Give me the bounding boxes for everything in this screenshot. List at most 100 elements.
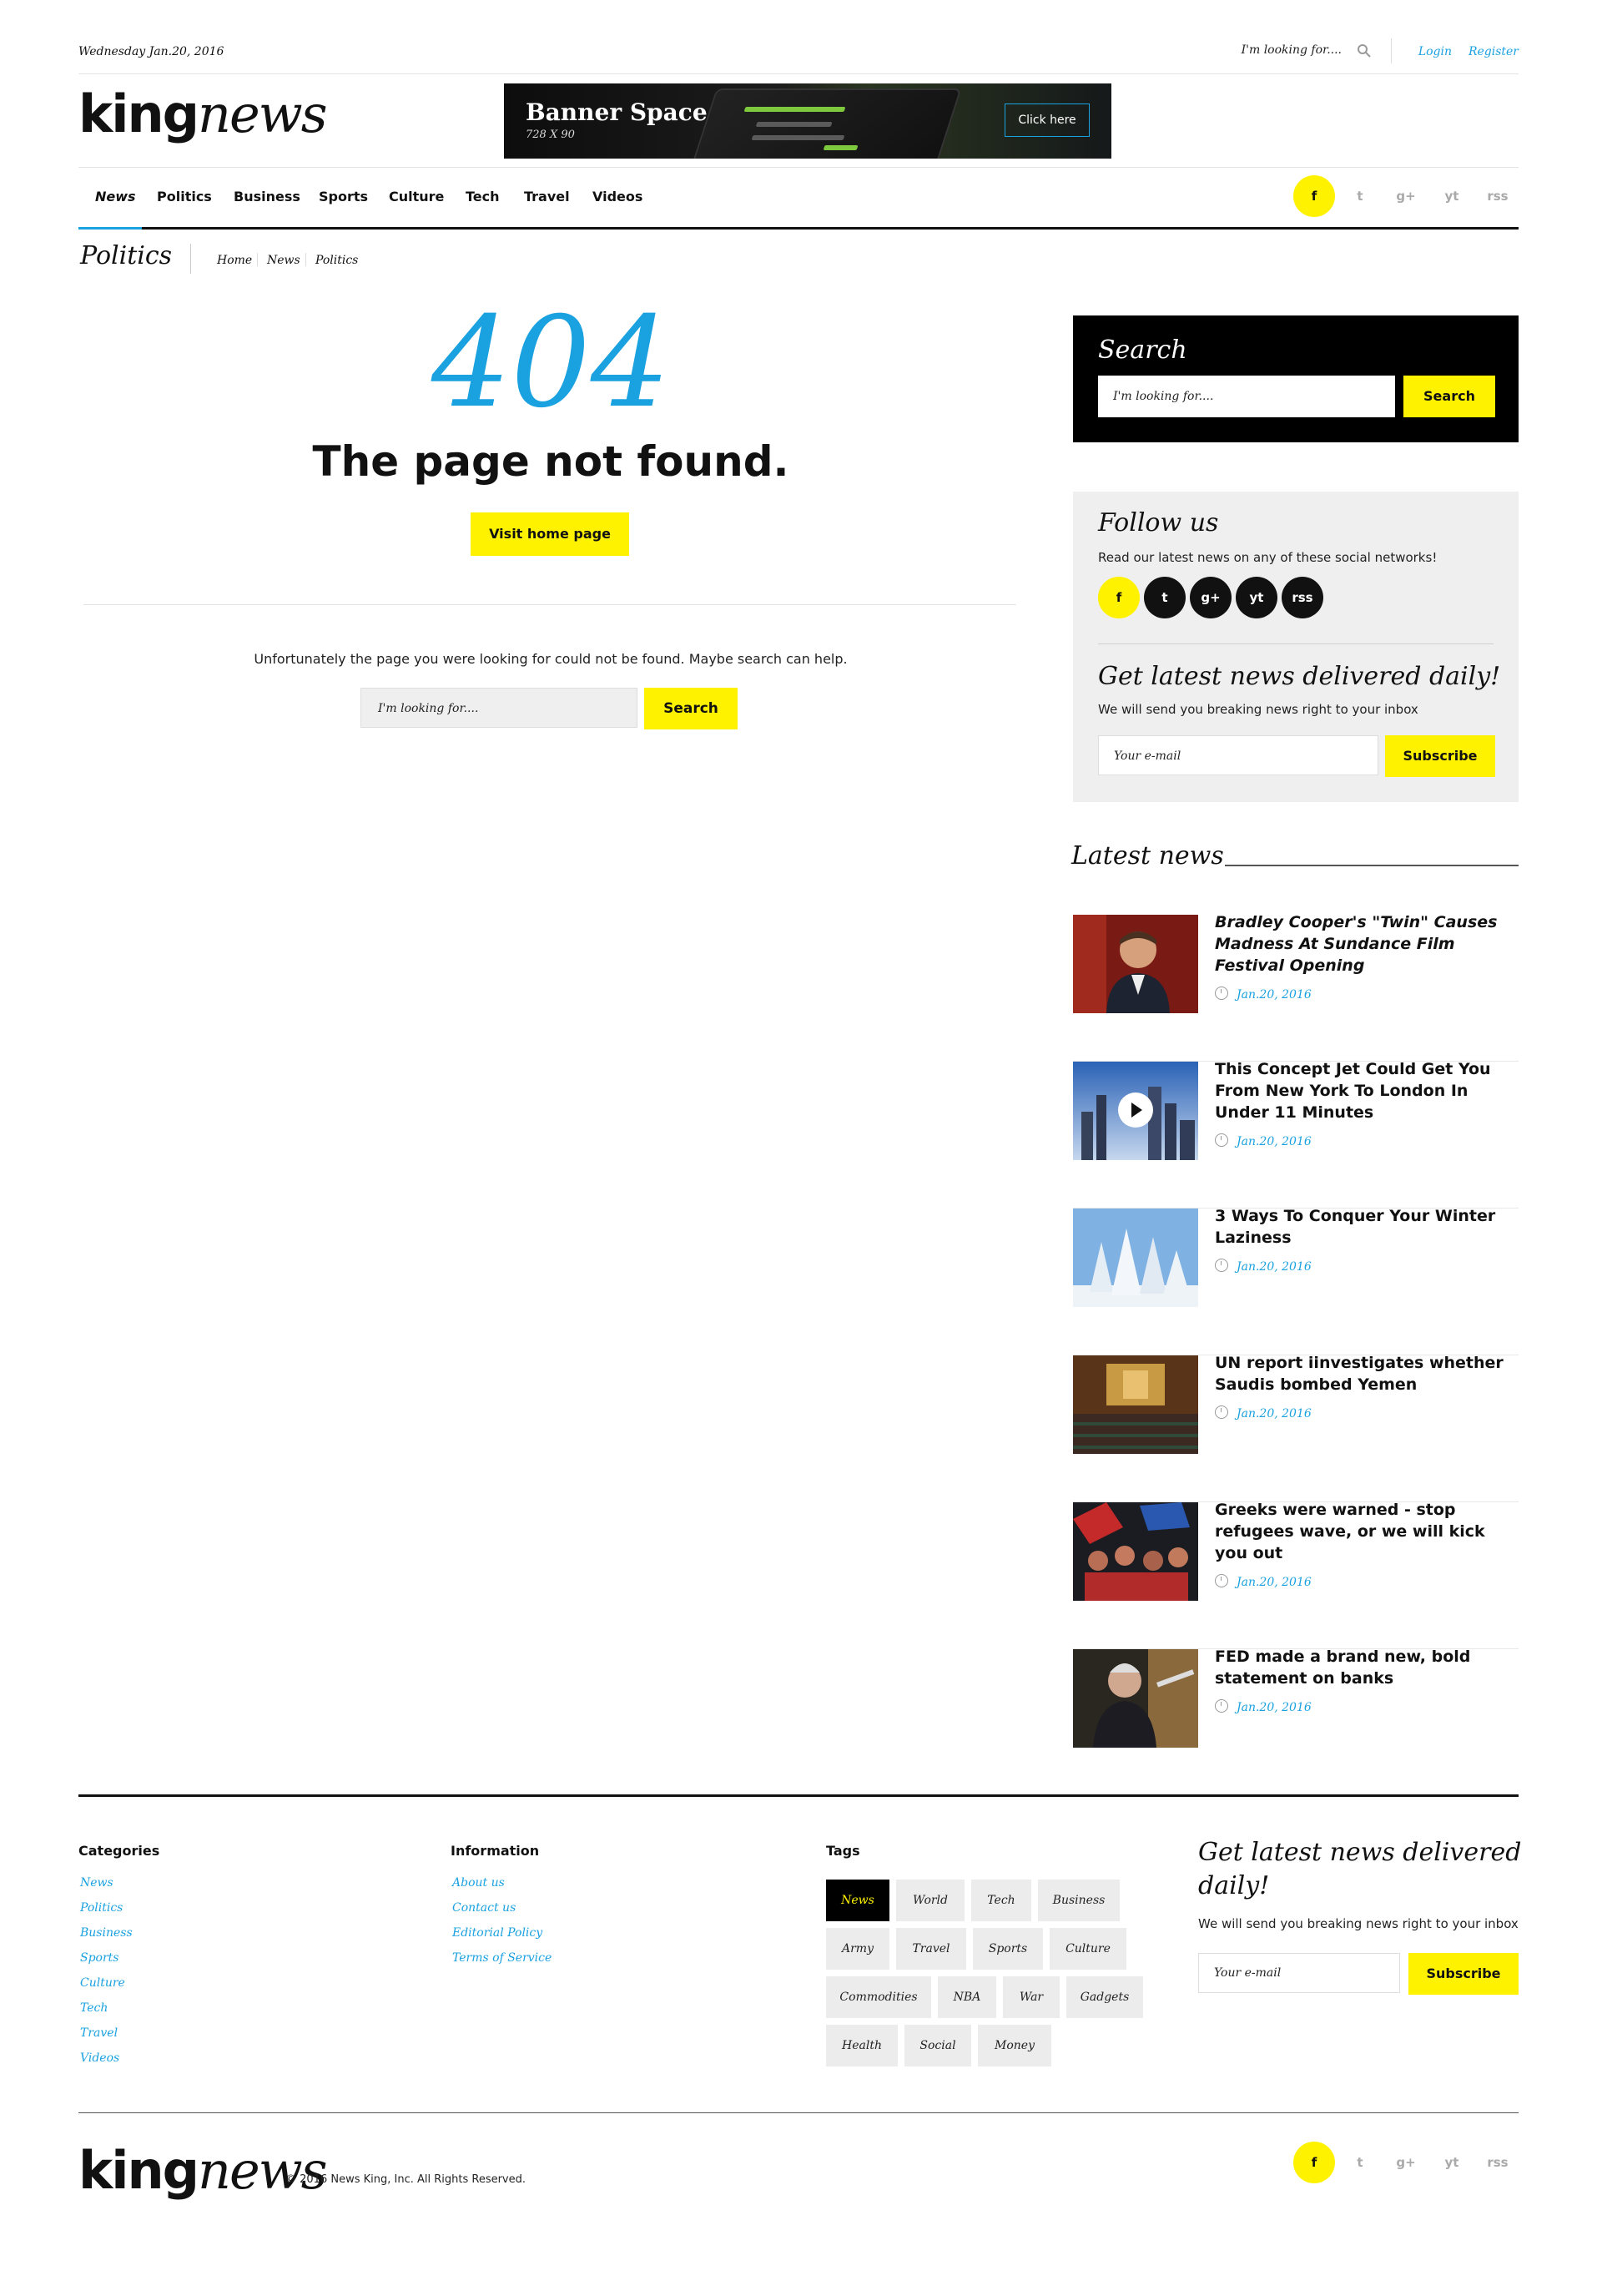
footer-link-politics[interactable]: Politics [80, 1901, 123, 1915]
nav-item-politics[interactable]: Politics [157, 189, 212, 204]
footer-link-culture[interactable]: Culture [80, 1976, 125, 1990]
news-title[interactable]: FED made a brand new, bold statement on … [1215, 1646, 1519, 1689]
banner-ad[interactable]: Banner Space 728 X 90 Click here [504, 83, 1111, 159]
tag-social[interactable]: Social [904, 2025, 971, 2066]
news-thumbnail[interactable] [1073, 915, 1198, 1013]
nav-item-travel[interactable]: Travel [524, 189, 570, 204]
news-item[interactable]: Bradley Cooper's "Twin" Causes Madness A… [1073, 913, 1519, 1062]
nav-item-sports[interactable]: Sports [319, 189, 368, 204]
visit-home-button[interactable]: Visit home page [471, 512, 629, 556]
banner-click-button[interactable]: Click here [1005, 103, 1090, 137]
footer-link-tech[interactable]: Tech [80, 2001, 108, 2015]
footer-link-editorial[interactable]: Editorial Policy [452, 1926, 542, 1940]
login-link[interactable]: Login [1418, 45, 1452, 58]
google-plus-icon[interactable]: g+ [1385, 175, 1427, 217]
news-thumbnail[interactable] [1073, 1062, 1198, 1160]
footer-categories-title: Categories [78, 1843, 160, 1859]
youtube-icon[interactable]: yt [1431, 2142, 1473, 2183]
sidebar-search-input[interactable]: I'm looking for.... [1098, 376, 1395, 417]
nav-item-videos[interactable]: Videos [592, 189, 642, 204]
copyright-text: © 2016 News King, Inc. All Rights Reserv… [285, 2173, 526, 2186]
news-title[interactable]: Bradley Cooper's "Twin" Causes Madness A… [1215, 911, 1519, 976]
newsletter-email-input[interactable]: Your e-mail [1098, 735, 1378, 775]
news-title[interactable]: UN report iinvestigates whether Saudis b… [1215, 1352, 1519, 1395]
footer-link-travel[interactable]: Travel [80, 2026, 118, 2040]
tag-tech[interactable]: Tech [971, 1880, 1031, 1921]
footer-link-sports[interactable]: Sports [80, 1951, 118, 1965]
current-date: Wednesday Jan.20, 2016 [78, 45, 224, 58]
news-item[interactable]: UN report iinvestigates whether Saudis b… [1073, 1352, 1519, 1502]
news-title[interactable]: This Concept Jet Could Get You From New … [1215, 1058, 1519, 1123]
tag-war[interactable]: War [1003, 1976, 1060, 2018]
nav-item-tech[interactable]: Tech [466, 189, 500, 204]
breadcrumb-news[interactable]: News [267, 254, 300, 267]
nav-item-business[interactable]: Business [234, 189, 300, 204]
tag-business[interactable]: Business [1038, 1880, 1120, 1921]
news-item[interactable]: FED made a brand new, bold statement on … [1073, 1646, 1519, 1796]
follow-icons: f t g+ yt rss [1098, 577, 1327, 618]
tag-nba[interactable]: NBA [938, 1976, 996, 2018]
twitter-icon[interactable]: t [1144, 577, 1186, 618]
news-item[interactable]: Greeks were warned - stop refugees wave,… [1073, 1499, 1519, 1649]
footer-logo[interactable]: kingnews [78, 2145, 328, 2197]
news-item[interactable]: 3 Ways To Conquer Your Winter Laziness J… [1073, 1207, 1519, 1355]
breadcrumb-home[interactable]: Home [217, 254, 252, 267]
footer-link-news[interactable]: News [80, 1876, 113, 1890]
nav-active-indicator [78, 227, 142, 230]
site-logo[interactable]: kingnews [78, 88, 328, 140]
widget-title: Search [1098, 336, 1187, 365]
latest-news-title: Latest news [1071, 841, 1224, 870]
news-date: Jan.20, 2016 [1215, 1574, 1312, 1589]
tag-sports[interactable]: Sports [973, 1928, 1043, 1970]
tag-culture[interactable]: Culture [1050, 1928, 1126, 1970]
news-thumbnail[interactable] [1073, 1649, 1198, 1748]
tag-commodities[interactable]: Commodities [826, 1976, 931, 2018]
nav-item-news[interactable]: News [95, 189, 136, 204]
twitter-icon[interactable]: t [1339, 2142, 1381, 2183]
youtube-icon[interactable]: yt [1236, 577, 1277, 618]
footer-email-input[interactable]: Your e-mail [1198, 1953, 1400, 1993]
rss-icon[interactable]: rss [1477, 2142, 1519, 2183]
error-code: 404 [431, 290, 671, 436]
footer-link-contact[interactable]: Contact us [452, 1901, 516, 1915]
footer-link-terms[interactable]: Terms of Service [452, 1951, 552, 1965]
footer-newsletter-title: Get latest news delivered daily! [1198, 1838, 1522, 1900]
footer-link-business[interactable]: Business [80, 1926, 133, 1940]
footer-subscribe-button[interactable]: Subscribe [1408, 1953, 1519, 1995]
tag-news[interactable]: News [826, 1880, 889, 1921]
nav-item-culture[interactable]: Culture [389, 189, 444, 204]
divider [1225, 865, 1519, 866]
tag-health[interactable]: Health [826, 2025, 898, 2066]
error-search-button[interactable]: Search [644, 688, 738, 729]
twitter-icon[interactable]: t [1339, 175, 1381, 217]
search-icon[interactable] [1357, 43, 1372, 58]
news-item[interactable]: This Concept Jet Could Get You From New … [1073, 1060, 1519, 1209]
footer-link-videos[interactable]: Videos [80, 2051, 119, 2065]
youtube-icon[interactable]: yt [1431, 175, 1473, 217]
news-title[interactable]: Greeks were warned - stop refugees wave,… [1215, 1499, 1519, 1564]
news-thumbnail[interactable] [1073, 1209, 1198, 1307]
google-plus-icon[interactable]: g+ [1385, 2142, 1427, 2183]
google-plus-icon[interactable]: g+ [1190, 577, 1232, 618]
sidebar-search-button[interactable]: Search [1403, 376, 1495, 417]
facebook-icon[interactable]: f [1293, 175, 1335, 217]
error-headline: The page not found. [312, 437, 789, 486]
error-search-input[interactable]: I'm looking for.... [360, 688, 637, 728]
tag-gadgets[interactable]: Gadgets [1066, 1976, 1143, 2018]
tag-travel[interactable]: Travel [896, 1928, 966, 1970]
tag-money[interactable]: Money [978, 2025, 1051, 2066]
facebook-icon[interactable]: f [1293, 2142, 1335, 2183]
top-search-input[interactable]: I'm looking for.... [1242, 43, 1342, 57]
rss-icon[interactable]: rss [1282, 577, 1323, 618]
tag-world[interactable]: World [896, 1880, 965, 1921]
register-link[interactable]: Register [1468, 45, 1519, 58]
facebook-icon[interactable]: f [1098, 577, 1140, 618]
subscribe-button[interactable]: Subscribe [1385, 735, 1495, 777]
footer-link-about[interactable]: About us [452, 1876, 505, 1890]
news-thumbnail[interactable] [1073, 1502, 1198, 1601]
tag-army[interactable]: Army [826, 1928, 889, 1970]
news-date: Jan.20, 2016 [1215, 1133, 1312, 1148]
news-thumbnail[interactable] [1073, 1355, 1198, 1454]
news-title[interactable]: 3 Ways To Conquer Your Winter Laziness [1215, 1205, 1519, 1249]
rss-icon[interactable]: rss [1477, 175, 1519, 217]
